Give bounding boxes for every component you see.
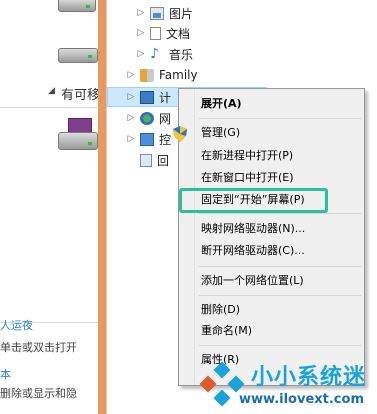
menu-separator bbox=[199, 213, 361, 214]
menu-item-add-network-location[interactable]: 添加一个网络位置(L) bbox=[201, 272, 304, 290]
tree-item-label: 网 bbox=[159, 111, 172, 126]
tree-item-documents[interactable]: ▷ 文档 bbox=[136, 23, 190, 43]
tree-item-control-panel[interactable]: ▷ 控 bbox=[126, 129, 171, 149]
expand-arrow-icon[interactable]: ▷ bbox=[136, 28, 146, 38]
menu-gutter-line bbox=[194, 89, 195, 385]
pane-divider[interactable] bbox=[98, 0, 106, 414]
tree-item-label: 文档 bbox=[166, 26, 191, 41]
menu-item-open-new-process[interactable]: 在新进程中打开(P) bbox=[201, 147, 293, 165]
documents-folder-icon bbox=[150, 26, 161, 40]
watermark-title: 小小系统迷 bbox=[251, 365, 367, 390]
menu-item-expand[interactable]: 展开(A) bbox=[201, 95, 242, 113]
collapse-arrow-icon[interactable]: ◢ bbox=[48, 86, 55, 96]
context-menu: 展开(A) 管理(G) 在新进程中打开(P) 在新窗口中打开(E) 固定到“开始… bbox=[173, 88, 365, 386]
tree-item-pictures[interactable]: ▷ 图片 bbox=[136, 3, 193, 23]
tree-item-label: Family bbox=[159, 68, 198, 82]
tree-item-label: 图片 bbox=[169, 6, 194, 21]
music-folder-icon: ♪ bbox=[150, 45, 159, 62]
recycle-bin-icon bbox=[140, 153, 152, 167]
expand-arrow-icon[interactable]: ▷ bbox=[126, 134, 136, 144]
control-panel-icon bbox=[140, 132, 154, 146]
network-icon bbox=[140, 111, 154, 125]
menu-separator bbox=[199, 118, 361, 119]
left-pane: ◢ 有可移 人运夜 单击或双击打开 本 删除或显示和隐 bbox=[0, 0, 100, 414]
tree-item-computer[interactable]: ▷ 计 bbox=[126, 87, 171, 107]
computer-icon bbox=[140, 90, 154, 104]
tree-item-recycle-bin[interactable]: 回 bbox=[126, 150, 169, 170]
watermark-url: www.ilovext.com bbox=[239, 392, 364, 407]
menu-item-disconnect-network-drive[interactable]: 断开网络驱动器(C)... bbox=[201, 242, 305, 260]
menu-item-delete[interactable]: 删除(D) bbox=[201, 301, 240, 319]
uac-shield-icon bbox=[173, 126, 187, 142]
tree-item-label: 音乐 bbox=[169, 47, 194, 62]
link-text[interactable]: 本 bbox=[0, 366, 11, 382]
tree-item-label: 控 bbox=[159, 132, 172, 147]
watermark: 小小系统迷 www.ilovext.com bbox=[195, 356, 377, 414]
tree-item-network[interactable]: ▷ 网 bbox=[126, 108, 171, 128]
menu-separator bbox=[199, 295, 361, 296]
expand-arrow-icon[interactable]: ▷ bbox=[136, 8, 146, 18]
tree-item-family[interactable]: ▷ Family bbox=[126, 65, 198, 85]
menu-item-manage[interactable]: 管理(G) bbox=[201, 124, 240, 142]
expand-arrow-icon[interactable]: ▷ bbox=[136, 49, 146, 59]
homegroup-user-icon bbox=[140, 68, 154, 82]
drive-icon[interactable] bbox=[58, 0, 98, 16]
tree-item-music[interactable]: ▷ ♪ 音乐 bbox=[136, 44, 193, 64]
removable-drive-icon[interactable] bbox=[58, 116, 98, 156]
tree-item-label: 计 bbox=[159, 90, 172, 105]
hint-text: 删除或显示和隐 bbox=[0, 387, 77, 400]
menu-separator bbox=[199, 266, 361, 267]
menu-item-map-network-drive[interactable]: 映射网络驱动器(N)... bbox=[201, 220, 305, 238]
menu-separator bbox=[199, 345, 361, 346]
tree-item-label: 回 bbox=[157, 153, 170, 168]
menu-item-rename[interactable]: 重命名(M) bbox=[201, 322, 252, 340]
hint-text: 单击或双击打开 bbox=[0, 341, 77, 354]
expand-arrow-icon[interactable]: ▷ bbox=[126, 92, 136, 102]
expand-arrow-icon[interactable]: ▷ bbox=[126, 113, 136, 123]
expand-arrow-icon[interactable]: ▷ bbox=[126, 70, 136, 80]
annotation-highlight-box bbox=[179, 188, 328, 213]
pictures-folder-icon bbox=[150, 6, 164, 20]
link-text[interactable]: 人运夜 bbox=[0, 317, 33, 333]
section-divider bbox=[0, 107, 98, 108]
menu-item-open-new-window[interactable]: 在新窗口中打开(E) bbox=[201, 169, 294, 187]
removable-storage-label: 有可移 bbox=[61, 88, 101, 103]
drive-icon[interactable] bbox=[58, 42, 98, 64]
